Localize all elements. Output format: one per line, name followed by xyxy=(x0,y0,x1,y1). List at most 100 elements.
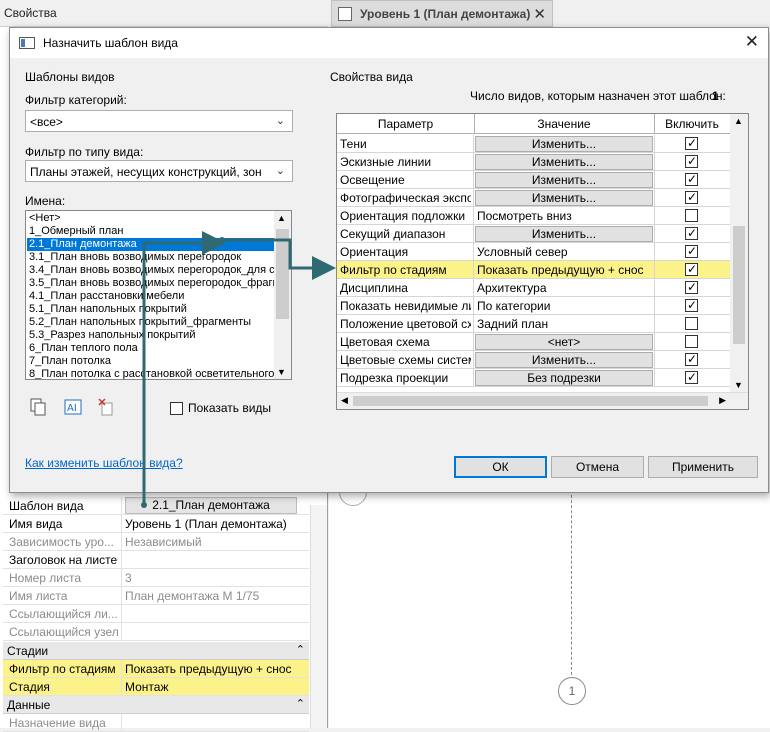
scrollbar-thumb[interactable] xyxy=(276,229,289,319)
parameter-value[interactable]: Задний план xyxy=(477,317,548,331)
table-row[interactable]: Ориентация Условный север xyxy=(337,243,730,261)
cancel-button[interactable]: Отмена xyxy=(551,456,644,478)
column-header-value[interactable]: Значение xyxy=(474,117,654,131)
include-checkbox[interactable] xyxy=(685,135,698,151)
property-value[interactable]: Показать предыдущую + снос xyxy=(125,662,305,676)
list-item[interactable]: 5.2_План напольных покрытий_фрагменты xyxy=(29,316,251,329)
include-checkbox[interactable] xyxy=(685,189,698,205)
property-value[interactable]: Монтаж xyxy=(125,680,305,694)
table-row[interactable]: Фотографическая экспо Изменить... xyxy=(337,189,730,207)
column-header-include[interactable]: Включить xyxy=(654,117,730,131)
view-type-filter-select[interactable]: Планы этажей, несущих конструкций, зон ⌄ xyxy=(25,160,293,182)
chevron-up-icon[interactable]: ⌃ xyxy=(296,697,305,710)
parameter-value[interactable]: По категории xyxy=(477,299,550,313)
table-row[interactable]: Подрезка проекции Без подрезки xyxy=(337,369,730,387)
table-vertical-scrollbar[interactable]: ▲ ▼ xyxy=(730,114,748,392)
table-row[interactable]: Фильтр по стадиям Показать предыдущую + с… xyxy=(337,261,730,279)
delete-icon[interactable] xyxy=(96,396,118,418)
properties-scrollbar[interactable] xyxy=(310,505,327,728)
table-row[interactable]: Освещение Изменить... xyxy=(337,171,730,189)
list-item[interactable]: 5.3_Разрез напольных покрытий xyxy=(29,329,195,342)
apply-button[interactable]: Применить xyxy=(648,456,758,478)
table-row[interactable]: Тени Изменить... xyxy=(337,135,730,153)
close-icon[interactable]: ✕ xyxy=(533,5,546,23)
ok-button[interactable]: ОК xyxy=(454,456,547,478)
rename-icon[interactable]: AI xyxy=(62,396,84,418)
list-item-selected[interactable]: 2.1_План демонтажа xyxy=(27,238,274,251)
include-checkbox[interactable] xyxy=(685,243,698,259)
table-row[interactable]: Дисциплина Архитектура xyxy=(337,279,730,297)
scroll-left-icon[interactable]: ◀ xyxy=(341,395,348,406)
show-views-checkbox[interactable] xyxy=(170,402,183,415)
grid-bubble[interactable]: 1 xyxy=(558,677,586,705)
view-tab[interactable]: Уровень 1 (План демонтажа) ✕ xyxy=(331,0,553,27)
scroll-up-icon[interactable]: ▲ xyxy=(277,213,286,223)
edit-value-button[interactable]: Изменить... xyxy=(475,352,653,368)
scroll-up-icon[interactable]: ▲ xyxy=(734,116,743,126)
edit-value-button[interactable]: Изменить... xyxy=(475,154,653,170)
edit-value-button[interactable]: Изменить... xyxy=(475,172,653,188)
chevron-down-icon: ⌄ xyxy=(275,115,285,127)
scroll-down-icon[interactable]: ▼ xyxy=(277,367,286,377)
list-item[interactable]: 7_План потолка xyxy=(29,355,111,368)
table-row[interactable]: Цветовые схемы систем Изменить... xyxy=(337,351,730,369)
include-checkbox[interactable] xyxy=(685,369,698,385)
include-checkbox[interactable] xyxy=(685,335,698,348)
list-item[interactable]: 3.1_План вновь возводимых перегородок xyxy=(29,251,241,264)
property-key: Стадия xyxy=(9,680,50,694)
list-item[interactable]: 3.4_План вновь возводимых перегородок_дл… xyxy=(29,264,275,277)
column-header-parameter[interactable]: Параметр xyxy=(337,117,474,131)
include-checkbox[interactable] xyxy=(685,153,698,169)
property-row: Заголовок на листе xyxy=(3,551,309,569)
duplicate-icon[interactable] xyxy=(28,396,50,418)
include-checkbox[interactable] xyxy=(685,279,698,295)
section-data[interactable]: Данные ⌃ xyxy=(3,696,309,714)
parameter-value[interactable]: Показать предыдущую + снос xyxy=(477,263,644,277)
list-item[interactable]: 3.5_План вновь возводимых перегородок_фр… xyxy=(29,277,280,290)
template-names-list[interactable]: <Нет> 1_Обмерный план 2.1_План демонтажа… xyxy=(25,210,292,380)
table-row[interactable]: Цветовая схема <нет> xyxy=(337,333,730,351)
include-checkbox[interactable] xyxy=(685,351,698,367)
parameter-value[interactable]: Условный север xyxy=(477,245,568,259)
edit-value-button[interactable]: Без подрезки xyxy=(475,370,653,386)
scrollbar-thumb[interactable] xyxy=(733,226,745,344)
section-stages[interactable]: Стадии ⌃ xyxy=(3,642,309,660)
edit-value-button[interactable]: <нет> xyxy=(475,334,653,350)
list-item[interactable]: 1_Обмерный план xyxy=(29,225,123,238)
help-link[interactable]: Как изменить шаблон вида? xyxy=(25,456,183,470)
scroll-down-icon[interactable]: ▼ xyxy=(734,380,743,390)
edit-value-button[interactable]: Изменить... xyxy=(475,226,653,242)
chevron-up-icon[interactable]: ⌃ xyxy=(296,643,305,656)
edit-value-button[interactable]: Изменить... xyxy=(475,136,653,152)
table-row[interactable]: Секущий диапазон Изменить... xyxy=(337,225,730,243)
category-filter-select[interactable]: <все> ⌄ xyxy=(25,110,293,132)
include-checkbox[interactable] xyxy=(685,171,698,187)
include-checkbox[interactable] xyxy=(685,297,698,313)
table-row[interactable]: Показать невидимые ли По категории xyxy=(337,297,730,315)
scroll-right-icon[interactable]: ▶ xyxy=(719,395,726,406)
list-item[interactable]: 4.1_План расстановки мебели xyxy=(29,290,184,303)
include-checkbox[interactable] xyxy=(685,209,698,222)
scrollbar-thumb[interactable] xyxy=(353,396,708,406)
include-checkbox[interactable] xyxy=(685,261,698,277)
table-row[interactable]: Эскизные линии Изменить... xyxy=(337,153,730,171)
table-horizontal-scrollbar[interactable]: ◀ ▶ xyxy=(337,392,748,409)
list-item[interactable]: 5.1_План напольных покрытий xyxy=(29,303,187,316)
list-item[interactable]: 6_План теплого пола xyxy=(29,342,138,355)
names-scrollbar[interactable]: ▲ ▼ xyxy=(274,211,291,379)
parameter-value[interactable]: Посмотреть вниз xyxy=(477,209,572,223)
dialog-title-bar[interactable]: Назначить шаблон вида ✕ xyxy=(10,28,768,58)
list-item[interactable]: 8_План потолка с расстановкой осветитель… xyxy=(29,368,274,379)
view-template-button[interactable]: 2.1_План демонтажа xyxy=(125,497,297,514)
chevron-down-icon: ⌄ xyxy=(275,165,285,177)
table-row[interactable]: Положение цветовой сх Задний план xyxy=(337,315,730,333)
parameter-value[interactable]: Архитектура xyxy=(477,281,547,295)
close-icon[interactable]: ✕ xyxy=(745,32,759,52)
include-checkbox[interactable] xyxy=(685,225,698,241)
property-value[interactable]: Уровень 1 (План демонтажа) xyxy=(125,517,305,531)
edit-value-button[interactable]: Изменить... xyxy=(475,190,653,206)
property-row: Имя листа План демонтажа М 1/75 xyxy=(3,587,309,605)
include-checkbox[interactable] xyxy=(685,317,698,330)
list-item[interactable]: <Нет> xyxy=(29,212,61,225)
table-row[interactable]: Ориентация подложки Посмотреть вниз xyxy=(337,207,730,225)
